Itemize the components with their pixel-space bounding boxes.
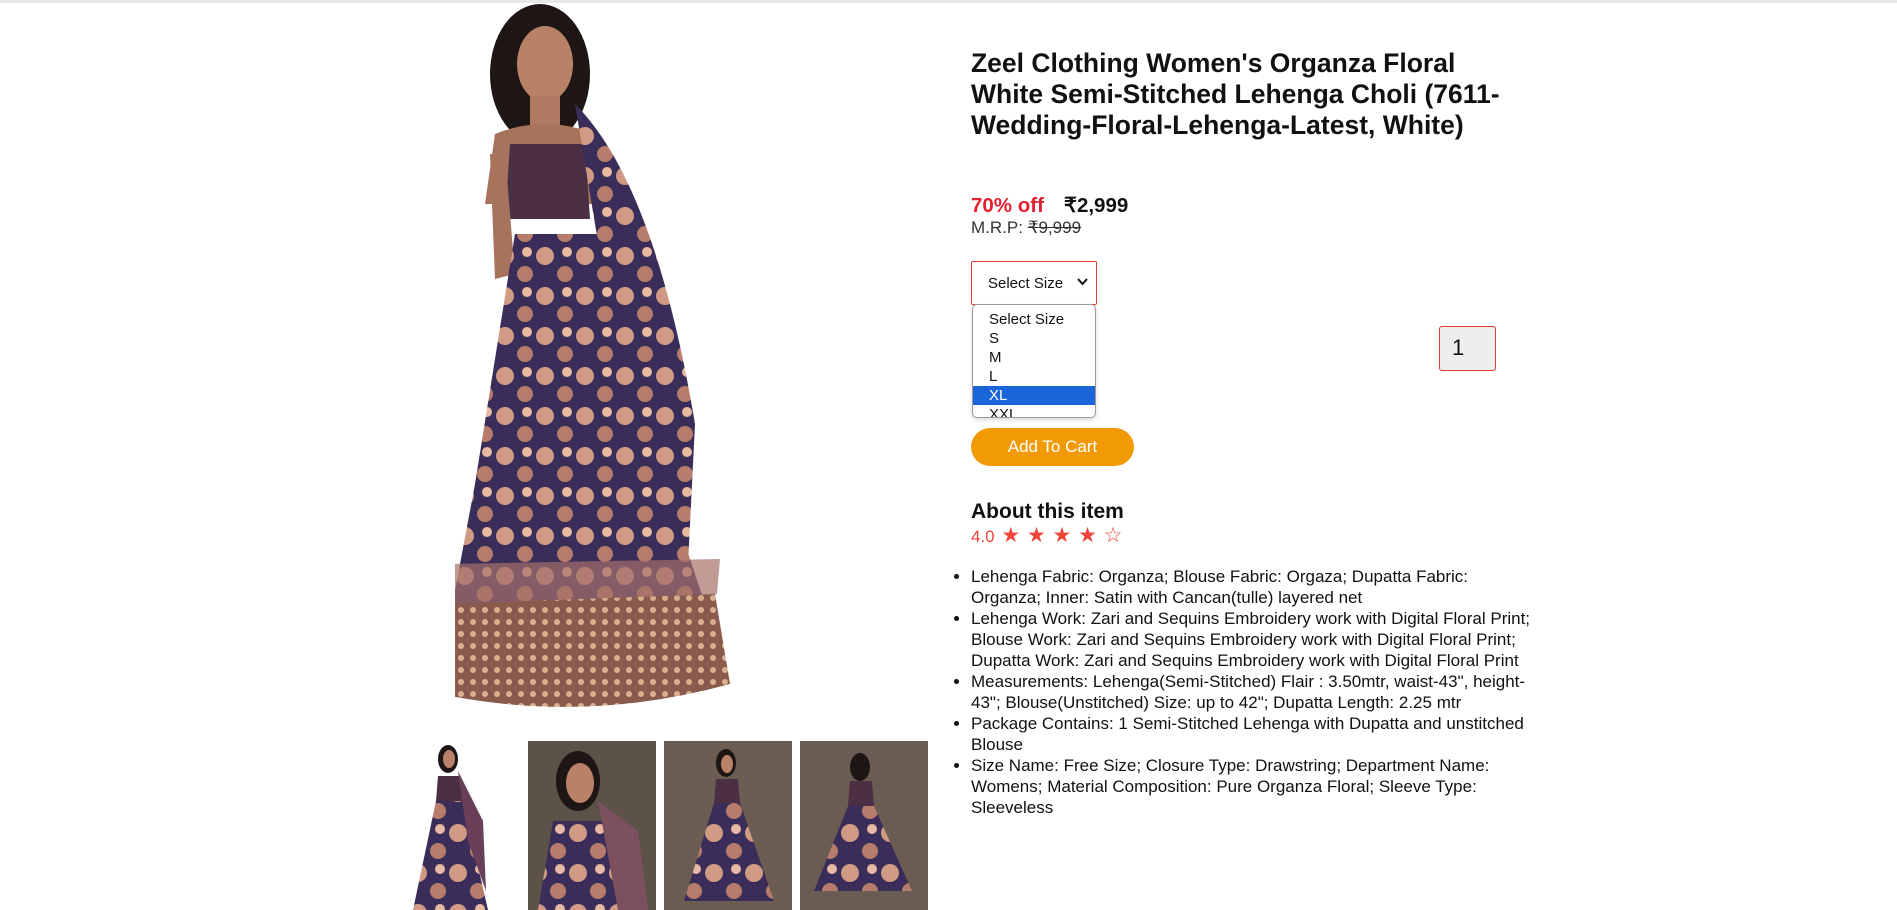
feature-item: Measurements: Lehenga(Semi-Stitched) Fla… bbox=[971, 671, 1531, 713]
main-product-image bbox=[455, 4, 880, 726]
size-select-value: Select Size bbox=[988, 274, 1064, 292]
feature-item: Package Contains: 1 Semi-Stitched Leheng… bbox=[971, 713, 1531, 755]
mrp-label: M.R.P: bbox=[971, 218, 1023, 237]
discount-label: 70% off bbox=[971, 194, 1044, 217]
price-value: ₹2,999 bbox=[1063, 194, 1129, 217]
product-title: Zeel Clothing Women's Organza Floral Whi… bbox=[971, 48, 1500, 140]
about-title: About this item bbox=[971, 500, 1124, 523]
rating-value: 4.0 bbox=[971, 527, 995, 546]
mrp-value: ₹9,999 bbox=[1027, 218, 1082, 237]
feature-list: Lehenga Fabric: Organza; Blouse Fabric: … bbox=[953, 566, 1531, 818]
thumbnail-1[interactable] bbox=[408, 741, 536, 910]
size-dropdown-list: Select Size S M L XL XXL bbox=[972, 304, 1096, 418]
size-option[interactable]: M bbox=[973, 348, 1095, 367]
star-filled-icon: ★ bbox=[1001, 524, 1021, 547]
mrp-row: M.R.P: ₹9,999 bbox=[971, 218, 1081, 238]
size-select[interactable]: Select Size bbox=[971, 261, 1097, 305]
star-filled-icon: ★ bbox=[1052, 524, 1072, 547]
add-to-cart-button[interactable]: Add To Cart bbox=[971, 428, 1134, 466]
size-option[interactable]: Select Size bbox=[973, 310, 1095, 329]
size-option[interactable]: XXL bbox=[973, 405, 1095, 417]
star-filled-icon: ★ bbox=[1078, 524, 1097, 547]
star-empty-icon: ☆ bbox=[1103, 524, 1123, 547]
thumbnail-strip bbox=[408, 741, 928, 910]
size-option[interactable]: L bbox=[973, 367, 1095, 386]
feature-item: Lehenga Work: Zari and Sequins Embroider… bbox=[971, 608, 1531, 671]
rating-row: 4.0 ★ ★ ★ ★ ☆ bbox=[971, 523, 1122, 548]
price-row: 70% off ₹2,999 bbox=[971, 193, 1128, 218]
thumbnail-3[interactable] bbox=[664, 741, 792, 910]
size-option[interactable]: S bbox=[973, 329, 1095, 348]
top-border bbox=[0, 0, 1897, 3]
quantity-input[interactable]: 1 bbox=[1439, 326, 1496, 371]
size-option-highlighted[interactable]: XL bbox=[973, 386, 1095, 405]
thumbnail-4[interactable] bbox=[800, 741, 928, 910]
feature-item: Lehenga Fabric: Organza; Blouse Fabric: … bbox=[971, 566, 1531, 608]
chevron-down-icon bbox=[1077, 274, 1088, 289]
product-details: Zeel Clothing Women's Organza Floral Whi… bbox=[971, 48, 1530, 817]
thumbnail-2[interactable] bbox=[528, 741, 656, 910]
feature-item: Size Name: Free Size; Closure Type: Draw… bbox=[971, 755, 1531, 818]
star-filled-icon: ★ bbox=[1026, 524, 1046, 547]
